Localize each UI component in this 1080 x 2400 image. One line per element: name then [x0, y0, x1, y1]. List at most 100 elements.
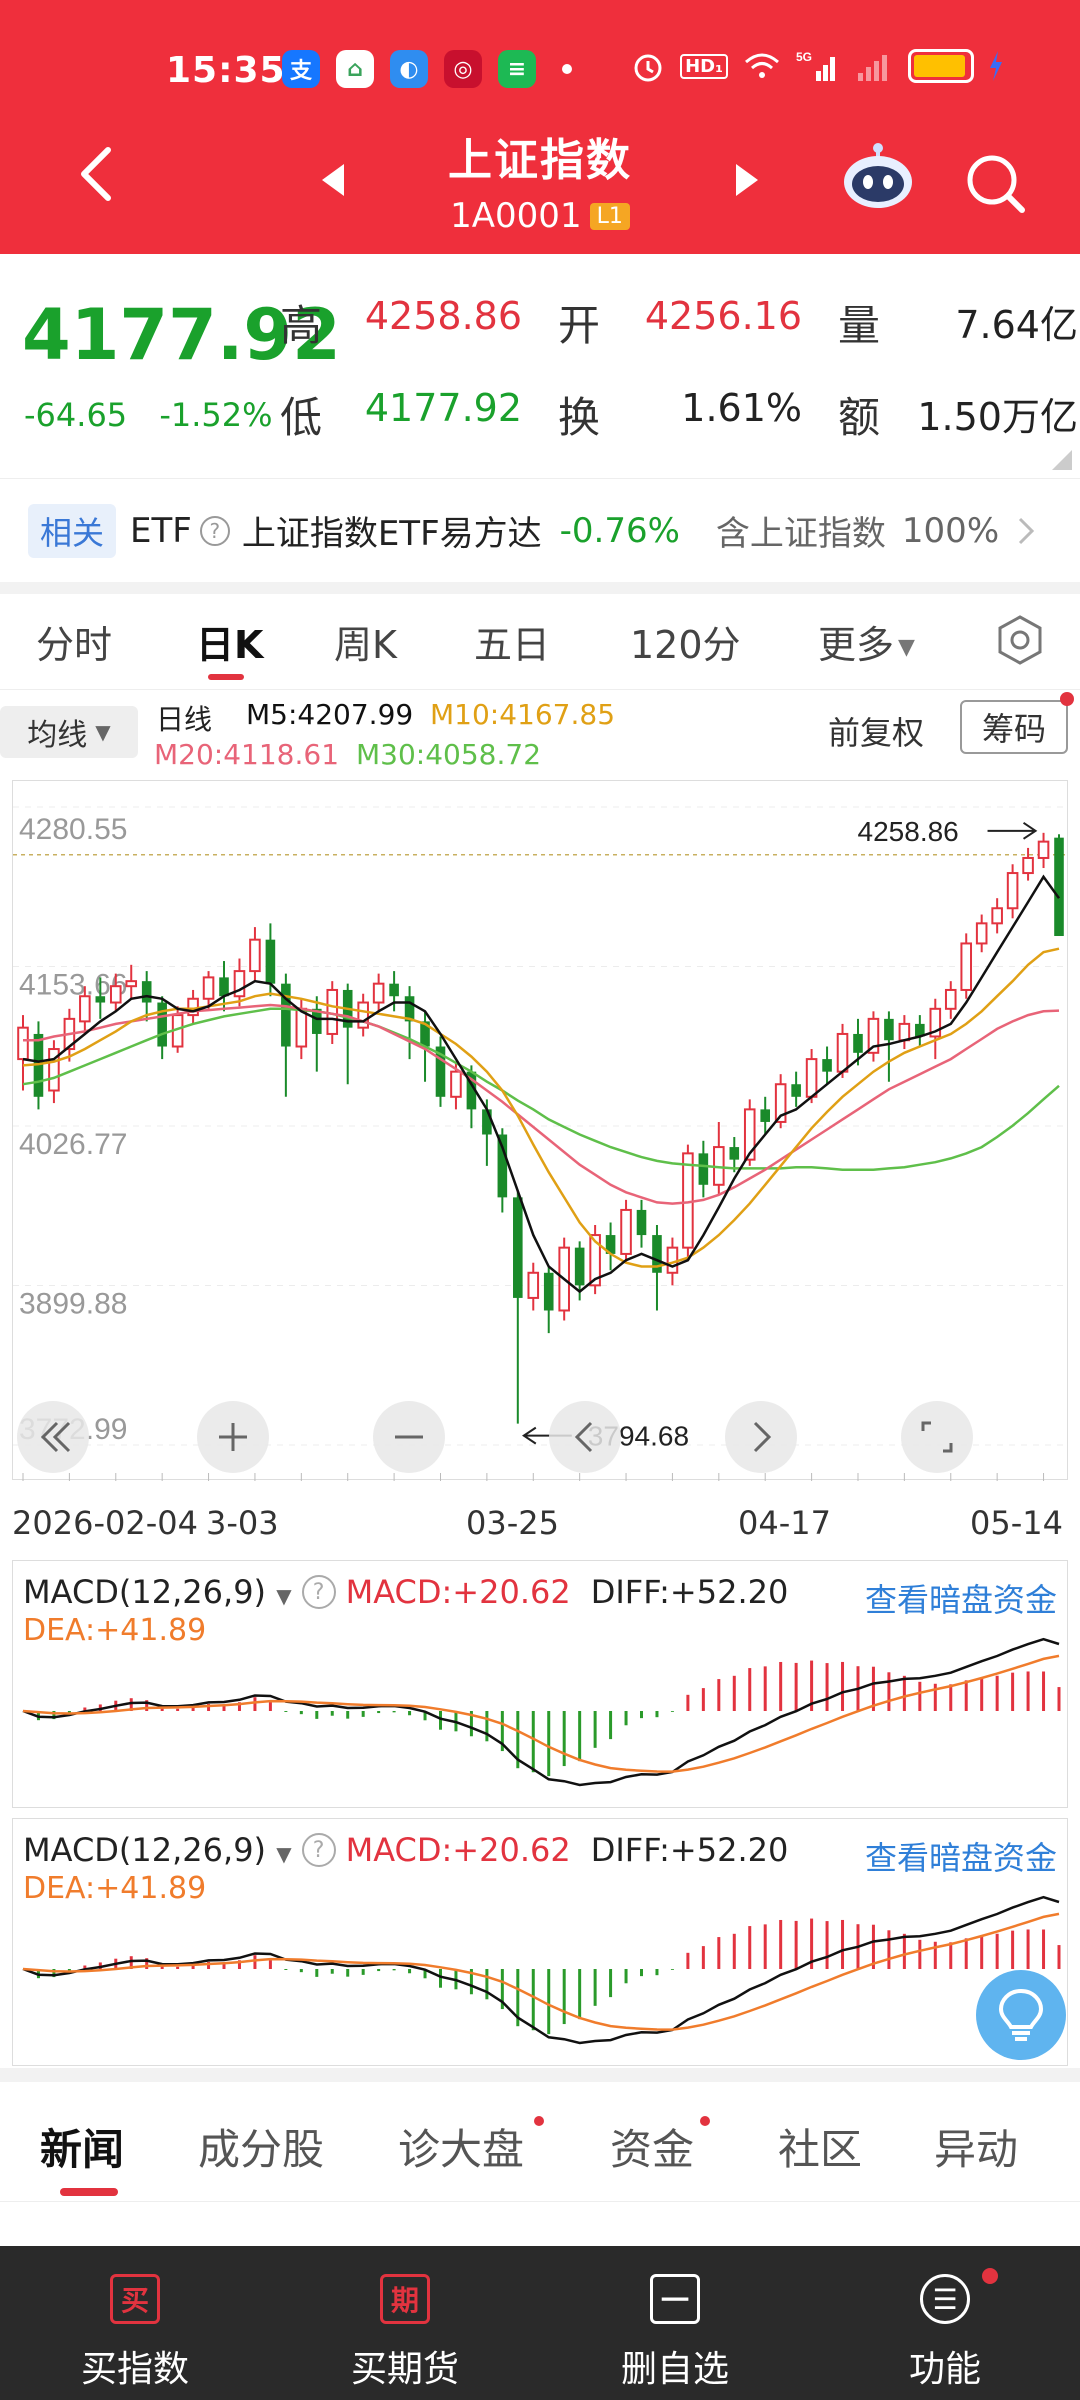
separator [0, 2068, 1080, 2082]
tab-anomaly[interactable]: 异动 [934, 2116, 1018, 2177]
stock-code: 1A0001 [450, 196, 582, 236]
tab-news[interactable]: 新闻 [40, 2116, 124, 2177]
tab-notification-dot [534, 2116, 544, 2126]
control-button-bg [549, 1401, 621, 1473]
active-tab-indicator [208, 674, 244, 680]
candle-body [975, 922, 988, 945]
y-axis-tick-label: 4280.55 [19, 813, 127, 846]
tip-bulb-button[interactable] [976, 1970, 1066, 2060]
ma-line-m10 [22, 947, 1060, 1268]
bottom-action-bar: 买 买指数 期 买期货 一 删自选 ☰ 功能 [0, 2246, 1080, 2400]
ma30-value: M30:4058.72 [356, 738, 542, 771]
change-percent: -1.52% [159, 396, 273, 434]
tab-120min[interactable]: 120分 [630, 614, 741, 669]
macd-panel[interactable]: MACD(12,26,9) ▼ ? MACD:+20.62 DIFF:+52.2… [12, 1560, 1068, 1808]
related-tag: 相关 [28, 503, 117, 558]
change-value: -64.65 [24, 396, 128, 434]
quote-panel: 4177.92 -64.65 -1.52% 高 4258.86 开 4256.1… [0, 254, 1080, 478]
candle-body [295, 1007, 308, 1048]
help-icon[interactable]: ? [199, 515, 230, 546]
open-label: 开 [558, 301, 601, 350]
tab-daily-k[interactable]: 日K [196, 614, 263, 669]
alipay-icon: 支 [282, 50, 320, 88]
candle-body [1054, 837, 1064, 937]
function-button[interactable]: ☰ 功能 [810, 2246, 1080, 2400]
candle-body [513, 1197, 523, 1298]
futures-icon: 期 [380, 2274, 430, 2324]
tab-community[interactable]: 社区 [778, 2116, 862, 2177]
chip-button[interactable]: 筹码 [960, 700, 1068, 754]
macd-chart-svg [22, 1895, 1061, 2045]
tab-notification-dot [700, 2116, 710, 2126]
ma-type-label: 日线 [156, 703, 213, 736]
candle-body [698, 1153, 709, 1185]
function-icon: ☰ [920, 2274, 970, 2324]
related-etf-row[interactable]: 相关 ETF ? 上证指数ETF易方达 -0.76% 含上证指数 100% [0, 478, 1080, 582]
tab-more-label: 更多 [818, 623, 895, 667]
amount-label: 额 [838, 393, 881, 442]
level-badge: L1 [589, 202, 630, 230]
ma10-value: M10:4167.85 [430, 698, 616, 731]
tab-diagnose[interactable]: 诊大盘 [398, 2116, 524, 2177]
buy-futures-button[interactable]: 期 买期货 [270, 2246, 540, 2400]
candle-body [326, 988, 339, 1035]
search-button[interactable] [962, 150, 1028, 216]
tab-more[interactable]: 更多 ▼ [818, 614, 915, 669]
tab-funds[interactable]: 资金 [610, 2116, 694, 2177]
ma-row: 均线 ▼ 日线 M5:4207.99 M10:4167.85 M20:4118.… [0, 690, 1080, 782]
kline-chart[interactable]: 4280.554153.664026.773899.883772.994258.… [12, 780, 1069, 1481]
tab-weekly-k[interactable]: 周K [334, 614, 397, 669]
candle-body [898, 1022, 911, 1042]
candle-body [109, 985, 122, 1004]
expand-corner-icon[interactable] [1052, 450, 1072, 470]
tab-components[interactable]: 成分股 [198, 2116, 324, 2177]
candle-body [682, 1152, 694, 1249]
ma-select[interactable]: 均线 ▼ [0, 706, 138, 758]
remove-watchlist-button[interactable]: 一 删自选 [540, 2246, 810, 2400]
tab-five-day[interactable]: 五日 [474, 614, 550, 669]
next-button[interactable] [725, 1401, 797, 1473]
candle-body [620, 1208, 632, 1255]
next-stock-button[interactable] [732, 162, 762, 198]
candle-body [125, 980, 138, 988]
rewind-button[interactable] [17, 1401, 89, 1473]
back-button[interactable] [70, 144, 130, 204]
open-value: 4256.16 [644, 294, 802, 338]
candle-body [791, 1084, 801, 1097]
candle-body [805, 1058, 818, 1098]
buy-icon: 买 [110, 2274, 160, 2324]
candle-body [1006, 872, 1019, 910]
status-right-icons: HD₁ 5G [630, 48, 1004, 84]
candle-body [281, 983, 291, 1047]
candle-body [249, 938, 261, 973]
page-title: 上证指数 [448, 135, 632, 186]
buy-futures-label: 买期货 [350, 2349, 459, 2390]
ma5-value: M5:4207.99 [246, 698, 414, 731]
price-change: -64.65 -1.52% [24, 396, 295, 434]
zoom-in-button[interactable] [197, 1401, 269, 1473]
prev-stock-button[interactable] [318, 162, 348, 198]
candle-body [760, 1109, 771, 1122]
message-app-icon: ≡ [498, 50, 536, 88]
candle-body [853, 1033, 863, 1053]
active-tab-indicator [60, 2188, 118, 2196]
tab-intraday[interactable]: 分时 [36, 614, 112, 669]
adjust-button[interactable]: 前复权 [828, 708, 924, 754]
buy-index-button[interactable]: 买 买指数 [0, 2246, 270, 2400]
signal-icon [858, 55, 887, 81]
settings-hex-icon[interactable] [994, 614, 1046, 666]
dea-line [22, 1912, 1060, 2031]
robot-assistant-button[interactable] [838, 142, 918, 212]
buy-index-label: 买指数 [80, 2349, 189, 2390]
fullscreen-button[interactable] [901, 1401, 973, 1473]
candle-body [141, 981, 152, 1003]
zoom-out-button[interactable] [373, 1401, 445, 1473]
candle-body [389, 983, 399, 997]
x-axis-label: 3-03 [206, 1504, 279, 1542]
news-tabs: 新闻 成分股 诊大盘 资金 社区 异动 [0, 2082, 1080, 2202]
prev-button[interactable] [549, 1401, 621, 1473]
candle-body [482, 1109, 492, 1135]
etf-type-label: ETF [130, 510, 192, 551]
macd-panel[interactable]: MACD(12,26,9) ▼ ? MACD:+20.62 DIFF:+52.2… [12, 1818, 1068, 2066]
control-button-bg [725, 1401, 797, 1473]
